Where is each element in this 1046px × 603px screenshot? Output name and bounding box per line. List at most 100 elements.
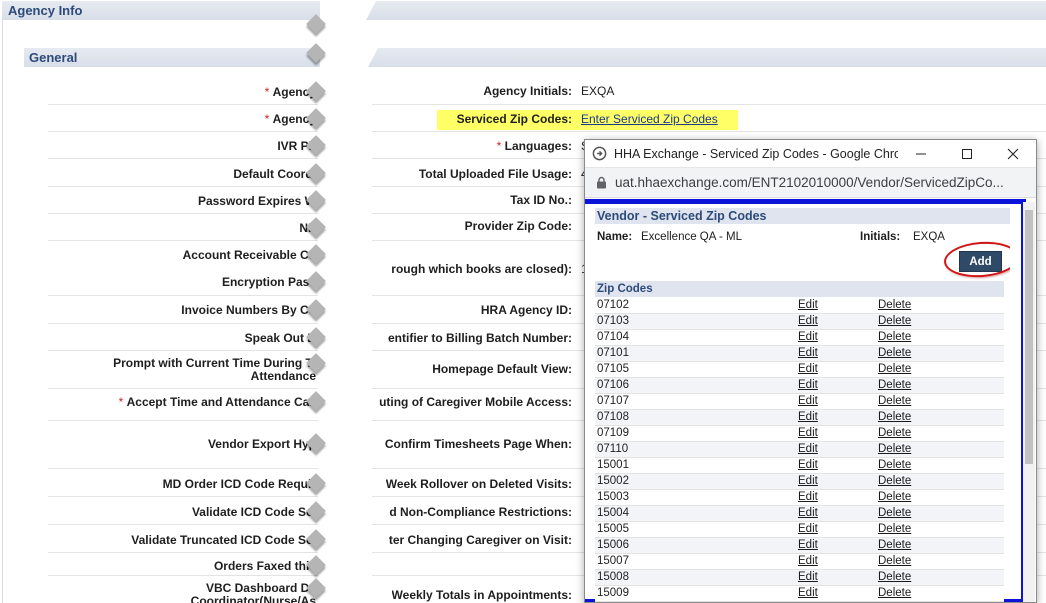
mid-field-label: d Non-Compliance Restrictions: [389,505,572,519]
edit-link[interactable]: Edit [798,299,818,311]
field-label-text: Serviced Zip Codes: [456,112,572,126]
table-row: 15002 Edit Delete [595,473,1004,490]
table-row: 07102 Edit Delete [595,297,1004,314]
delete-link[interactable]: Delete [878,427,911,439]
delete-cell: Delete [876,505,1004,522]
edit-link[interactable]: Edit [798,539,818,551]
mid-field-label: HRA Agency ID: [481,303,572,317]
edit-link[interactable]: Edit [798,411,818,423]
maximize-button[interactable] [944,140,990,168]
zip-code-cell: 15006 [595,537,796,554]
field-label-text: Default Coordi [233,167,316,181]
row-divider [48,295,318,296]
field-label-text: uting of Caregiver Mobile Access: [379,395,572,409]
enter-serviced-zip-codes-link[interactable]: Enter Serviced Zip Codes [581,112,718,126]
delete-link[interactable]: Delete [878,459,911,471]
edit-link[interactable]: Edit [798,523,818,535]
left-field-label: VBC Dashboard De Coordinator(Nurse/As [191,582,316,603]
edit-link[interactable]: Edit [798,347,818,359]
delete-link[interactable]: Delete [878,363,911,375]
edit-link[interactable]: Edit [798,315,818,327]
delete-cell: Delete [876,457,1004,474]
truncation-edge-icon [305,13,327,35]
edit-link[interactable]: Edit [798,587,818,599]
zip-codes-table: 07102 Edit Delete 07103 Edit Delete 07104 Edit D… [595,297,1004,602]
popup-heading: Vendor - Serviced Zip Codes [595,208,1010,224]
edit-link[interactable]: Edit [798,395,818,407]
delete-link[interactable]: Delete [878,555,911,567]
truncation-edge-icon [305,298,327,320]
edit-link[interactable]: Edit [798,427,818,439]
delete-link[interactable]: Delete [878,395,911,407]
delete-cell: Delete [876,585,1004,602]
delete-link[interactable]: Delete [878,411,911,423]
edit-link[interactable]: Edit [798,379,818,391]
zip-code-cell: 15008 [595,569,796,586]
field-label-text: Confirm Timesheets Page When: [384,437,572,451]
edit-link[interactable]: Edit [798,475,818,487]
window-titlebar[interactable]: HHA Exchange - Serviced Zip Codes - Goog… [585,140,1036,168]
edit-link[interactable]: Edit [798,443,818,455]
mid-field-label: Week Rollover on Deleted Visits: [386,477,572,491]
required-asterisk: * [264,112,273,126]
delete-link[interactable]: Delete [878,299,911,311]
table-row: 15004 Edit Delete [595,505,1004,522]
delete-cell: Delete [876,425,1004,442]
delete-link[interactable]: Delete [878,379,911,391]
delete-link[interactable]: Delete [878,331,911,343]
table-row: 07108 Edit Delete [595,409,1004,426]
close-icon [1007,148,1019,159]
delete-link[interactable]: Delete [878,507,911,519]
delete-link[interactable]: Delete [878,347,911,359]
left-field-label: MD Order ICD Code Requir [163,477,316,491]
edit-link[interactable]: Edit [798,459,818,471]
zip-code-cell: 15009 [595,585,796,602]
initials-value: EXQA [913,231,945,243]
edit-cell: Edit [796,329,876,346]
edit-link[interactable]: Edit [798,571,818,583]
edit-link[interactable]: Edit [798,331,818,343]
zip-code-cell: 07102 [595,297,796,314]
zip-code-cell: 15004 [595,505,796,522]
mid-field-label: Confirm Timesheets Page When: [385,437,572,451]
field-label-text: Weekly Totals in Appointments: [391,588,572,602]
mid-field-label: entifier to Billing Batch Number: [388,331,572,345]
delete-link[interactable]: Delete [878,315,911,327]
address-bar[interactable]: uat.hhaexchange.com/ENT2102010000/Vendor… [585,168,1036,198]
mid-field-label: Agency Initials: [483,84,572,98]
edit-link[interactable]: Edit [798,555,818,567]
field-label-text: rough which books are closed): [391,262,572,276]
edit-cell: Edit [796,537,876,554]
delete-link[interactable]: Delete [878,539,911,551]
close-button[interactable] [990,140,1036,168]
scrollbar-thumb[interactable] [1025,210,1033,464]
delete-link[interactable]: Delete [878,491,911,503]
delete-link[interactable]: Delete [878,523,911,535]
edit-link[interactable]: Edit [798,507,818,519]
delete-cell: Delete [876,297,1004,314]
delete-link[interactable]: Delete [878,443,911,455]
edit-cell: Edit [796,345,876,362]
field-label-text: HRA Agency ID: [480,303,572,317]
edit-cell: Edit [796,505,876,522]
truncation-edge-icon [305,390,327,412]
row-divider [48,420,318,421]
row-divider [48,388,318,389]
delete-cell: Delete [876,553,1004,570]
edit-link[interactable]: Edit [798,363,818,375]
page-favicon-icon [592,146,607,161]
minimize-button[interactable] [898,140,944,168]
delete-link[interactable]: Delete [878,571,911,583]
table-row: 15008 Edit Delete [595,569,1004,586]
truncation-edge-icon [305,432,327,454]
truncation-edge-icon [305,500,327,522]
field-label-text: entifier to Billing Batch Number: [387,331,572,345]
delete-link[interactable]: Delete [878,587,911,599]
edit-link[interactable]: Edit [798,491,818,503]
left-field-label: * Accept Time and Attendance Call [119,395,316,409]
zip-code-cell: 07106 [595,377,796,394]
serviced-zip-codes-window[interactable]: HHA Exchange - Serviced Zip Codes - Goog… [584,139,1037,603]
delete-link[interactable]: Delete [878,475,911,487]
row-divider [48,468,318,469]
left-field-label: Account Receivable Co [183,248,316,262]
